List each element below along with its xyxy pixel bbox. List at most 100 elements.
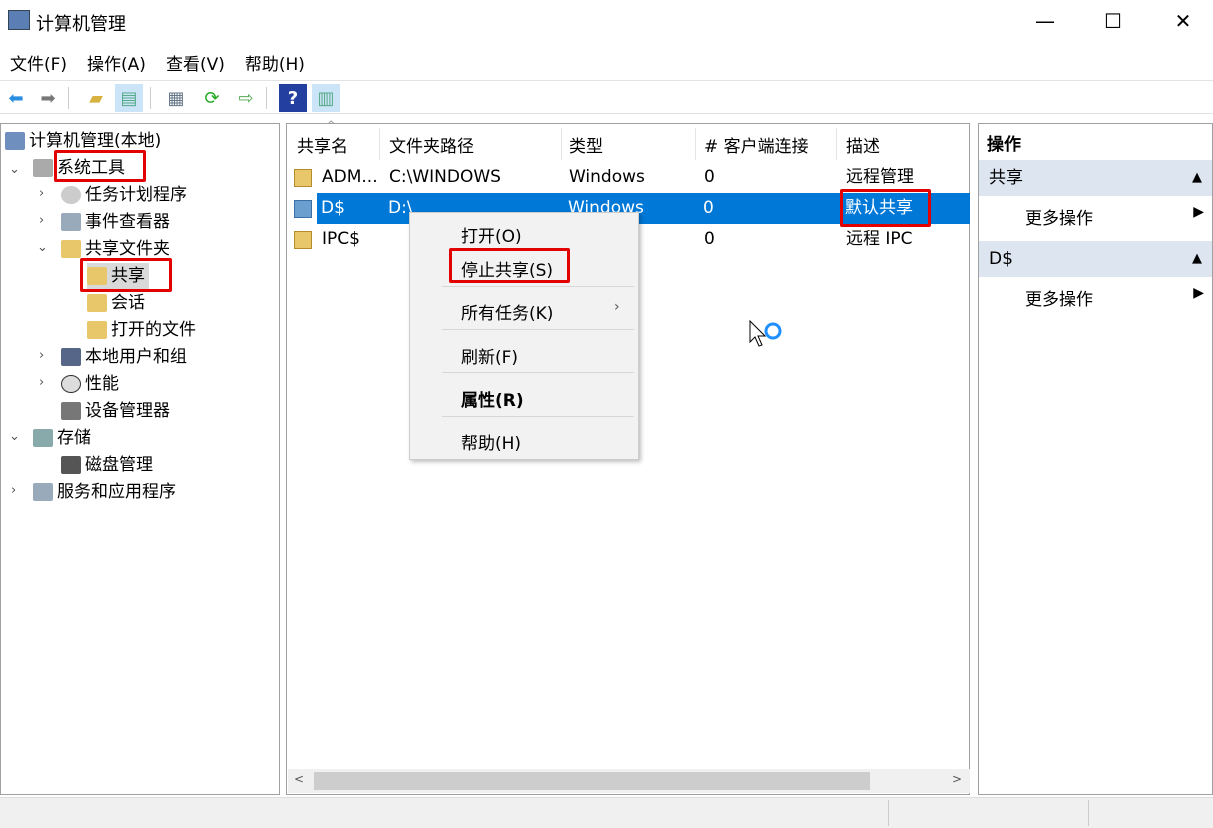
share-icon: [294, 200, 312, 218]
refresh-icon[interactable]: ⟳: [198, 84, 226, 112]
menu-item-refresh[interactable]: 刷新(F): [461, 343, 518, 368]
chevron-right-icon[interactable]: ›: [39, 375, 44, 390]
chevron-right-icon[interactable]: ›: [39, 213, 44, 228]
column-header-share-name[interactable]: 共享名: [297, 132, 348, 157]
back-icon[interactable]: ⬅: [2, 84, 30, 112]
scrollbar-thumb[interactable]: [314, 772, 870, 790]
share-name: D$: [321, 193, 345, 224]
show-hide-tree-icon[interactable]: ▤: [115, 84, 143, 112]
actions-section-shares[interactable]: 共享 ▲: [979, 160, 1212, 196]
tree-label: 服务和应用程序: [57, 482, 176, 502]
tree-label: 计算机管理(本地): [29, 131, 161, 151]
properties-icon[interactable]: ▦: [162, 84, 190, 112]
actions-section-d[interactable]: D$ ▲: [979, 241, 1212, 277]
more-actions-1[interactable]: 更多操作 ▶: [979, 204, 1212, 229]
close-button[interactable]: ✕: [1160, 6, 1206, 36]
sort-ascending-icon: ^: [327, 120, 335, 131]
busy-cursor-icon: [749, 320, 771, 350]
menu-item-help[interactable]: 帮助(H): [461, 429, 521, 454]
tree-open-files[interactable]: 打开的文件: [87, 317, 196, 343]
tree-performance[interactable]: 性能: [61, 371, 119, 397]
tree-task-scheduler[interactable]: 任务计划程序: [61, 182, 187, 208]
computer-management-icon: [8, 10, 30, 30]
client-count: 0: [704, 224, 715, 255]
more-actions-label: 更多操作: [1025, 209, 1093, 229]
help-icon[interactable]: ?: [279, 84, 307, 112]
shared-folder-icon: [61, 240, 81, 258]
tree-label: 磁盘管理: [85, 455, 153, 475]
menu-item-properties[interactable]: 属性(R): [461, 386, 524, 411]
show-hide-action-pane-icon[interactable]: ▥: [312, 84, 340, 112]
tree-local-users[interactable]: 本地用户和组: [61, 344, 187, 370]
share-type: Windows: [569, 162, 645, 193]
tree-label: 事件查看器: [85, 212, 170, 232]
tree-label: 共享文件夹: [85, 239, 170, 259]
horizontal-scrollbar[interactable]: < >: [288, 769, 970, 793]
export-list-icon[interactable]: ⇨: [232, 84, 260, 112]
tree-storage[interactable]: 存储: [33, 425, 91, 451]
more-actions-label: 更多操作: [1025, 290, 1093, 310]
scroll-right-icon[interactable]: >: [952, 772, 962, 786]
chevron-down-icon[interactable]: ⌄: [37, 240, 48, 255]
up-folder-icon[interactable]: ▰: [82, 84, 110, 112]
chevron-down-icon[interactable]: ⌄: [9, 162, 20, 177]
tree-services-apps[interactable]: 服务和应用程序: [33, 479, 176, 505]
services-icon: [33, 483, 53, 501]
maximize-button[interactable]: ☐: [1090, 6, 1136, 36]
tree-device-manager[interactable]: 设备管理器: [61, 398, 170, 424]
client-count: 0: [704, 162, 715, 193]
minimize-button[interactable]: —: [1022, 6, 1068, 36]
chevron-right-icon[interactable]: ›: [11, 483, 16, 498]
menu-file[interactable]: 文件(F): [0, 44, 77, 81]
section-label: D$: [989, 249, 1013, 269]
event-viewer-icon: [61, 213, 81, 231]
column-header-description[interactable]: 描述: [846, 132, 880, 157]
chevron-down-icon[interactable]: ⌄: [9, 429, 20, 444]
more-actions-2[interactable]: 更多操作 ▶: [979, 285, 1212, 310]
tree-disk-management[interactable]: 磁盘管理: [61, 452, 153, 478]
menu-help[interactable]: 帮助(H): [235, 44, 315, 81]
submenu-arrow-icon: ▶: [1193, 285, 1204, 301]
menu-action[interactable]: 操作(A): [77, 44, 156, 81]
share-icon: [294, 169, 312, 187]
open-files-icon: [87, 321, 107, 339]
menu-view[interactable]: 查看(V): [156, 44, 235, 81]
tree-label: 打开的文件: [111, 320, 196, 340]
menu-item-open[interactable]: 打开(O): [461, 222, 522, 247]
storage-icon: [33, 429, 53, 447]
device-manager-icon: [61, 402, 81, 420]
performance-icon: [61, 375, 81, 393]
actions-pane: 操作 共享 ▲ 更多操作 ▶ D$ ▲ 更多操作 ▶: [978, 123, 1213, 795]
share-name: ADM...: [322, 162, 378, 193]
toolbar: ⬅ ➡ ▰ ▤ ▦ ⟳ ⇨ ? ▥: [0, 80, 1213, 114]
tree-label: 任务计划程序: [85, 185, 187, 205]
clock-icon: [61, 186, 81, 204]
disk-icon: [61, 456, 81, 474]
chevron-right-icon[interactable]: ›: [39, 348, 44, 363]
tree-sessions[interactable]: 会话: [87, 290, 145, 316]
column-header-folder-path[interactable]: 文件夹路径: [389, 132, 474, 157]
share-icon: [294, 231, 312, 249]
column-header-client-connections[interactable]: # 客户端连接: [704, 132, 809, 157]
collapse-icon[interactable]: ▲: [1192, 241, 1202, 277]
actions-title: 操作: [979, 130, 1212, 155]
section-label: 共享: [989, 168, 1023, 188]
submenu-arrow-icon: ▶: [1193, 204, 1204, 220]
submenu-arrow-icon: ›: [614, 299, 620, 315]
tools-icon: [33, 159, 53, 177]
menu-bar: 文件(F)操作(A)查看(V)帮助(H): [0, 44, 315, 78]
tree-label: 设备管理器: [85, 401, 170, 421]
column-header-type[interactable]: 类型: [569, 132, 603, 157]
title-bar: 计算机管理 — ☐ ✕: [0, 0, 1213, 42]
navigation-tree: 计算机管理(本地) ⌄ 系统工具 › 任务计划程序 › 事件查看器 ⌄ 共享文件…: [0, 123, 280, 795]
scroll-left-icon[interactable]: <: [294, 772, 304, 786]
tree-label: 性能: [85, 374, 119, 394]
chevron-right-icon[interactable]: ›: [39, 186, 44, 201]
forward-icon[interactable]: ➡: [34, 84, 62, 112]
collapse-icon[interactable]: ▲: [1192, 160, 1202, 196]
share-name: IPC$: [322, 224, 360, 255]
tree-label: 会话: [111, 293, 145, 313]
computer-icon: [5, 132, 25, 150]
tree-event-viewer[interactable]: 事件查看器: [61, 209, 170, 235]
menu-item-all-tasks[interactable]: 所有任务(K): [461, 299, 553, 324]
